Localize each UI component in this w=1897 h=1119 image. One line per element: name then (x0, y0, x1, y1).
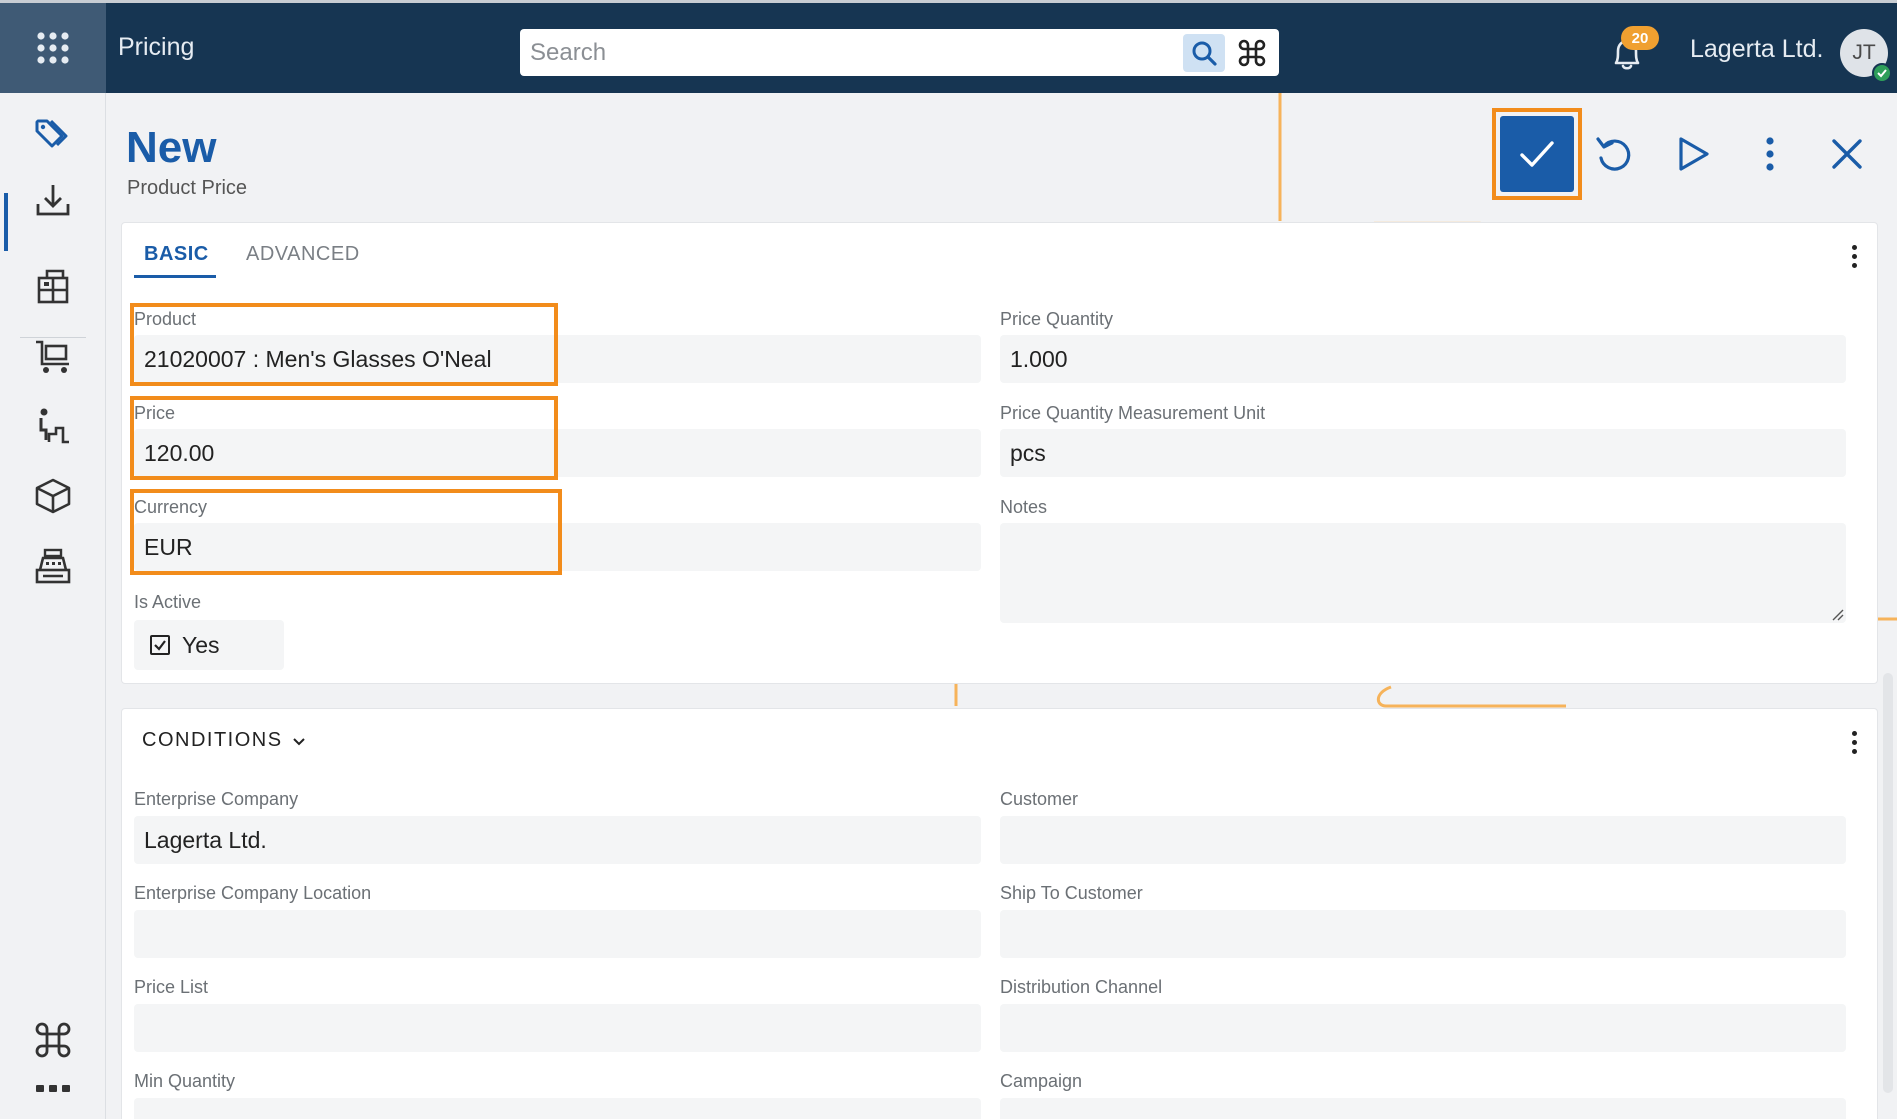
shopping-cart-icon (36, 340, 69, 373)
sidebar-item-pos[interactable] (30, 543, 76, 589)
app-launcher-button[interactable] (0, 3, 106, 93)
more-actions-button[interactable] (1735, 109, 1805, 199)
tab-advanced[interactable]: ADVANCED (246, 243, 360, 266)
price-field[interactable]: 120.00 (134, 429, 981, 477)
close-button[interactable] (1812, 109, 1882, 199)
customer-label: Customer (1000, 789, 1079, 809)
search-input[interactable] (520, 29, 1183, 76)
tab-basic[interactable]: BASIC (144, 243, 209, 266)
command-grid-icon (35, 1022, 71, 1058)
ship-to-customer-field[interactable] (1000, 910, 1846, 958)
price-tag-icon (35, 119, 68, 148)
top-bar: Pricing 20 Lagerta Ltd. JT (0, 0, 1897, 93)
is-active-value: Yes (182, 631, 220, 658)
min-quantity-field[interactable] (134, 1098, 981, 1119)
product-label: Product (134, 309, 197, 329)
search-icon (1192, 41, 1217, 66)
sidebar-active-indicator (4, 193, 8, 251)
notification-count-badge: 20 (1621, 26, 1659, 50)
more-vertical-icon (1766, 137, 1774, 171)
campaign-field[interactable] (1000, 1098, 1846, 1119)
price-quantity-unit-label: Price Quantity Measurement Unit (1000, 403, 1266, 423)
chevron-down-icon (292, 737, 305, 745)
resize-handle-icon (1832, 609, 1844, 621)
sidebar-item-products[interactable] (30, 473, 76, 519)
search-button[interactable] (1183, 33, 1225, 72)
undo-icon (1596, 137, 1631, 171)
price-label: Price (134, 403, 176, 423)
download-tray-icon (36, 185, 70, 216)
notes-label: Notes (1000, 497, 1048, 517)
conditions-card: CONDITIONS Enterprise Company Lagerta Lt… (121, 708, 1878, 1119)
enterprise-company-field[interactable]: Lagerta Ltd. (134, 816, 981, 864)
close-icon (1832, 139, 1862, 169)
card-menu-button[interactable] (1842, 239, 1866, 273)
company-name[interactable]: Lagerta Ltd. (1690, 35, 1823, 64)
package-cube-icon (35, 478, 71, 514)
distribution-channel-field[interactable] (1000, 1004, 1846, 1052)
enterprise-company-label: Enterprise Company (134, 789, 299, 809)
sidebar (0, 93, 106, 1119)
campaign-label: Campaign (1000, 1071, 1083, 1091)
main-content: New Product Price BASIC ADVANCED Product… (106, 93, 1897, 1119)
enterprise-company-location-field[interactable] (134, 910, 981, 958)
command-palette-button[interactable] (1231, 34, 1273, 72)
is-active-label: Is Active (134, 592, 202, 612)
app-title: Pricing (118, 33, 195, 61)
more-dots-icon (36, 1085, 70, 1092)
page-subtitle: Product Price (127, 177, 248, 199)
sidebar-item-import[interactable] (30, 177, 76, 223)
page-title: New (126, 123, 217, 172)
cash-register-icon (35, 548, 71, 584)
basic-card: BASIC ADVANCED Product 21020007 : Men's … (121, 222, 1878, 684)
price-quantity-unit-field[interactable]: pcs (1000, 429, 1846, 477)
sidebar-item-warehouse[interactable] (30, 263, 76, 309)
conditions-menu-button[interactable] (1842, 725, 1866, 759)
search-box (520, 29, 1279, 76)
more-vertical-icon (1851, 244, 1857, 250)
sidebar-item-pricing[interactable] (30, 111, 76, 157)
stairs-person-icon (39, 408, 69, 444)
distribution-channel-label: Distribution Channel (1000, 977, 1163, 997)
currency-field[interactable]: EUR (134, 523, 981, 571)
undo-button[interactable] (1579, 109, 1649, 199)
min-quantity-label: Min Quantity (134, 1071, 236, 1091)
tab-active-indicator (134, 275, 216, 278)
product-field[interactable]: 21020007 : Men's Glasses O'Neal (134, 335, 981, 383)
sidebar-item-command[interactable] (30, 1017, 76, 1063)
enterprise-company-location-label: Enterprise Company Location (134, 883, 372, 903)
grid-dots-icon (37, 32, 69, 64)
price-quantity-label: Price Quantity (1000, 309, 1114, 329)
command-key-icon (1238, 39, 1266, 66)
conditions-section-toggle[interactable]: CONDITIONS (142, 729, 307, 752)
currency-label: Currency (134, 497, 208, 517)
conditions-title: CONDITIONS (142, 729, 283, 751)
ship-to-customer-label: Ship To Customer (1000, 883, 1143, 903)
more-vertical-icon (1851, 730, 1857, 736)
price-list-field[interactable] (134, 1004, 981, 1052)
save-check-icon (1520, 141, 1554, 167)
save-button[interactable] (1500, 116, 1574, 192)
price-quantity-field[interactable]: 1.000 (1000, 335, 1846, 383)
run-button[interactable] (1657, 109, 1727, 199)
warehouse-boxes-icon (37, 269, 69, 304)
sidebar-more-button[interactable] (30, 1073, 76, 1103)
sidebar-item-sales[interactable] (30, 333, 76, 379)
scrollbar[interactable] (1883, 673, 1893, 1093)
run-play-icon (1679, 137, 1709, 171)
price-list-label: Price List (134, 977, 209, 997)
is-active-checkbox[interactable]: Yes (134, 620, 284, 670)
checkbox-checked-icon (150, 635, 170, 655)
online-status-icon (1872, 63, 1892, 83)
notes-textarea[interactable] (1000, 523, 1846, 623)
customer-field[interactable] (1000, 816, 1846, 864)
sidebar-item-production[interactable] (30, 403, 76, 449)
